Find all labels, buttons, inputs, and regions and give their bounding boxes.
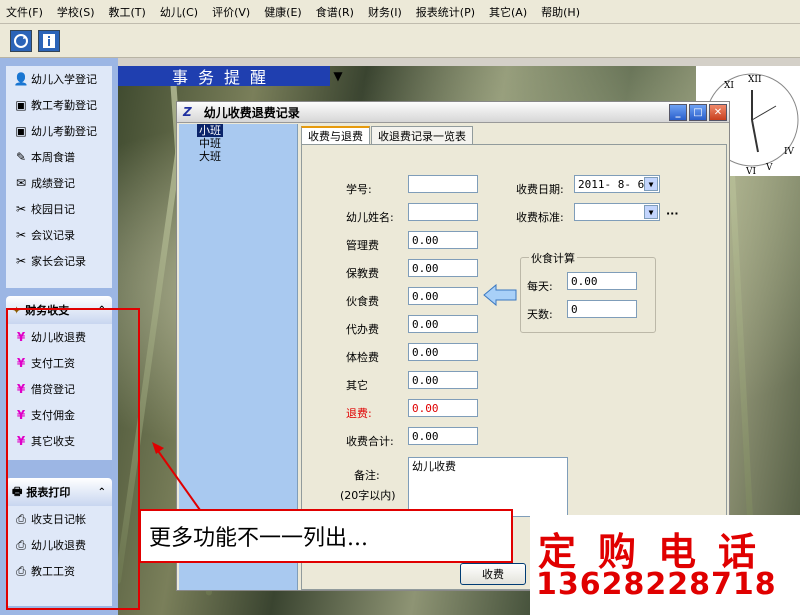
- sidebar-item-meetings[interactable]: ✂ 会议记录: [6, 222, 112, 248]
- order-phone-box: 定购电话 13628228718: [530, 515, 800, 615]
- meal-calc-title: 伙食计算: [529, 250, 577, 266]
- class-item-large[interactable]: 大班: [179, 150, 297, 163]
- remark-hint: (20字以内): [340, 489, 396, 502]
- info-icon[interactable]: [38, 29, 60, 52]
- tab-bar: 收费与退费 收退费记录一览表: [301, 126, 474, 144]
- child-name-input[interactable]: [408, 203, 478, 221]
- date-picker[interactable]: 2011- 8- 6 ▼: [574, 175, 660, 193]
- total-label: 收费合计:: [346, 435, 394, 448]
- sidebar-item-weekly-menu[interactable]: ✎ 本周食谱: [6, 144, 112, 170]
- student-no-input[interactable]: [408, 175, 478, 193]
- remark-textarea[interactable]: 幼儿收费: [408, 457, 568, 517]
- order-phone-number: 13628228718: [536, 567, 777, 602]
- menu-reports[interactable]: 报表统计(P): [416, 4, 475, 20]
- per-day-input[interactable]: 0.00: [567, 272, 637, 290]
- refund-input[interactable]: 0.00: [408, 399, 478, 417]
- class-item-small[interactable]: 小班: [197, 124, 223, 137]
- svg-text:V: V: [765, 163, 773, 173]
- menu-health[interactable]: 健康(E): [264, 4, 302, 20]
- standard-select[interactable]: ▼: [574, 203, 660, 221]
- enroll-icon: 👤: [13, 72, 29, 86]
- days-label: 天数:: [527, 308, 553, 321]
- checkup-fee-input[interactable]: 0.00: [408, 343, 478, 361]
- menu-recipes[interactable]: 食谱(R): [316, 4, 354, 20]
- student-no-label: 学号:: [346, 183, 372, 196]
- sidebar-item-child-attendance[interactable]: ▣ 幼儿考勤登记: [6, 118, 112, 144]
- standard-label: 收费标准:: [516, 211, 564, 224]
- reminder-bar[interactable]: 事务提醒: [118, 66, 330, 87]
- child-name-label: 幼儿姓名:: [346, 211, 394, 224]
- menu-other[interactable]: 其它(A): [489, 4, 527, 20]
- pen-icon: ✎: [15, 150, 27, 164]
- menu-file[interactable]: 文件(F): [6, 4, 43, 20]
- score-icon: ✉: [15, 176, 27, 190]
- class-item-middle[interactable]: 中班: [179, 137, 297, 150]
- agency-fee-input[interactable]: 0.00: [408, 315, 478, 333]
- callout-box: 更多功能不一一列出...: [139, 509, 513, 563]
- more-options-button[interactable]: ···: [666, 207, 679, 220]
- care-fee-label: 保教费: [346, 267, 379, 280]
- menu-school[interactable]: 学校(S): [57, 4, 95, 20]
- sidebar-item-parent-meetings[interactable]: ✂ 家长会记录: [6, 248, 112, 274]
- refresh-icon[interactable]: [10, 29, 32, 52]
- tools-icon: ✂: [15, 254, 27, 268]
- mgmt-fee-input[interactable]: 0.00: [408, 231, 478, 249]
- chevron-down-icon[interactable]: ▼: [644, 205, 658, 219]
- meal-fee-label: 伙食费: [346, 295, 379, 308]
- attendance-icon: ▣: [15, 124, 27, 138]
- agency-fee-label: 代办费: [346, 323, 379, 336]
- sidebar-item-staff-attendance[interactable]: ▣ 教工考勤登记: [6, 92, 112, 118]
- total-input[interactable]: 0.00: [408, 427, 478, 445]
- svg-text:VI: VI: [745, 167, 756, 176]
- tools-icon: ✂: [15, 202, 27, 216]
- chevron-down-icon[interactable]: ▼: [644, 177, 658, 191]
- menu-finance[interactable]: 财务(I): [368, 4, 402, 20]
- tab-fees[interactable]: 收费与退费: [301, 126, 370, 144]
- other-fee-label: 其它: [346, 379, 368, 392]
- menu-help[interactable]: 帮助(H): [541, 4, 580, 20]
- checkup-fee-label: 体检费: [346, 351, 379, 364]
- menu-evaluation[interactable]: 评价(V): [212, 4, 250, 20]
- dialog-title-bar: Z 幼儿收费退费记录 _ □ ✕: [177, 102, 729, 123]
- other-fee-input[interactable]: 0.00: [408, 371, 478, 389]
- callout-arrow-icon: [152, 442, 201, 511]
- highlight-frame: [6, 308, 140, 610]
- sidebar-item-scores[interactable]: ✉ 成绩登记: [6, 170, 112, 196]
- svg-text:XI: XI: [724, 81, 734, 91]
- menu-bar: 文件(F) 学校(S) 教工(T) 幼儿(C) 评价(V) 健康(E) 食谱(R…: [0, 0, 800, 24]
- date-label: 收费日期:: [516, 183, 564, 196]
- dialog-title: 幼儿收费退费记录: [203, 105, 300, 120]
- tools-icon: ✂: [15, 228, 27, 242]
- svg-text:XII: XII: [748, 75, 762, 85]
- menu-staff[interactable]: 教工(T): [109, 4, 146, 20]
- maximize-icon[interactable]: □: [689, 103, 707, 121]
- app-logo: Z: [183, 105, 192, 119]
- close-icon[interactable]: ✕: [709, 103, 727, 121]
- menu-children[interactable]: 幼儿(C): [160, 4, 198, 20]
- days-input[interactable]: 0: [567, 300, 637, 318]
- sidebar-item-enroll[interactable]: 👤 幼儿入学登记: [6, 66, 112, 92]
- arrow-left-icon: [483, 283, 517, 307]
- meal-calc-group: 伙食计算 每天: 0.00 天数: 0: [520, 250, 656, 333]
- attendance-icon: ▣: [15, 98, 27, 112]
- svg-text:IV: IV: [784, 147, 795, 157]
- refund-label: 退费:: [346, 407, 372, 420]
- minimize-icon[interactable]: _: [669, 103, 687, 121]
- mgmt-fee-label: 管理费: [346, 239, 379, 252]
- remark-label: 备注:: [354, 469, 380, 482]
- chevron-down-icon[interactable]: ▼: [330, 66, 346, 86]
- per-day-label: 每天:: [527, 280, 553, 293]
- submit-fee-button[interactable]: 收费: [460, 563, 526, 585]
- sidebar-item-diary[interactable]: ✂ 校园日记: [6, 196, 112, 222]
- tab-records[interactable]: 收退费记录一览表: [371, 126, 473, 144]
- meal-fee-input[interactable]: 0.00: [408, 287, 478, 305]
- care-fee-input[interactable]: 0.00: [408, 259, 478, 277]
- toolbar: [0, 24, 800, 58]
- sidebar-top-panel: 👤 幼儿入学登记 ▣ 教工考勤登记 ▣ 幼儿考勤登记 ✎ 本周食谱 ✉ 成绩登记 ✂ 校园日…: [6, 66, 112, 288]
